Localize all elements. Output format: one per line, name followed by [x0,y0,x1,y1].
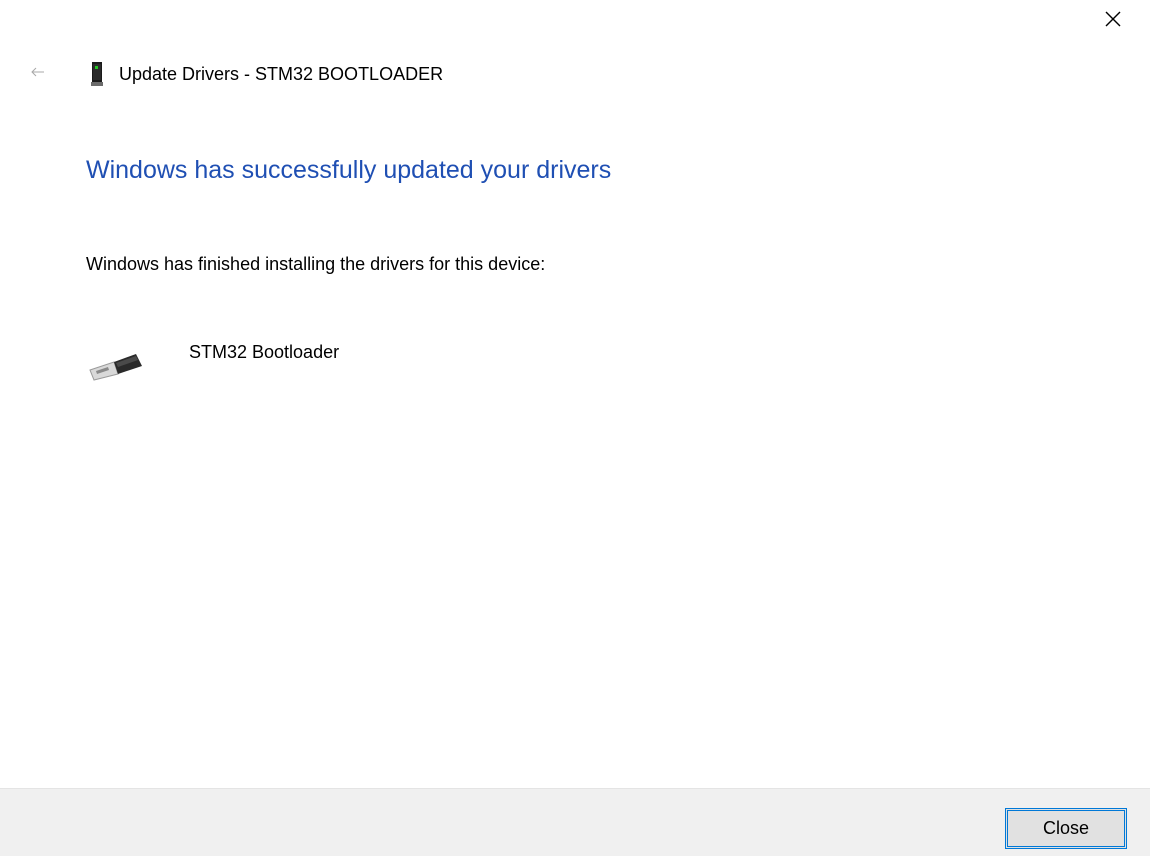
update-drivers-window: Update Drivers - STM32 BOOTLOADER Window… [0,0,1150,856]
close-icon [1105,11,1121,27]
device-name: STM32 Bootloader [189,342,340,362]
dialog-footer: Close [0,788,1150,856]
device-item: STM32 Bootloader [86,338,486,388]
description-text: Windows has finished installing the driv… [86,254,546,274]
device-icon [91,62,103,86]
window-title: Update Drivers - STM32 BOOTLOADER [119,64,444,84]
usb-plug-icon [89,354,142,381]
back-arrow-icon [31,67,44,77]
close-window-button[interactable] [1096,4,1130,34]
page-heading: Windows has successfully updated your dr… [86,156,612,184]
back-button[interactable] [28,62,48,82]
close-button[interactable]: Close [1005,808,1127,849]
